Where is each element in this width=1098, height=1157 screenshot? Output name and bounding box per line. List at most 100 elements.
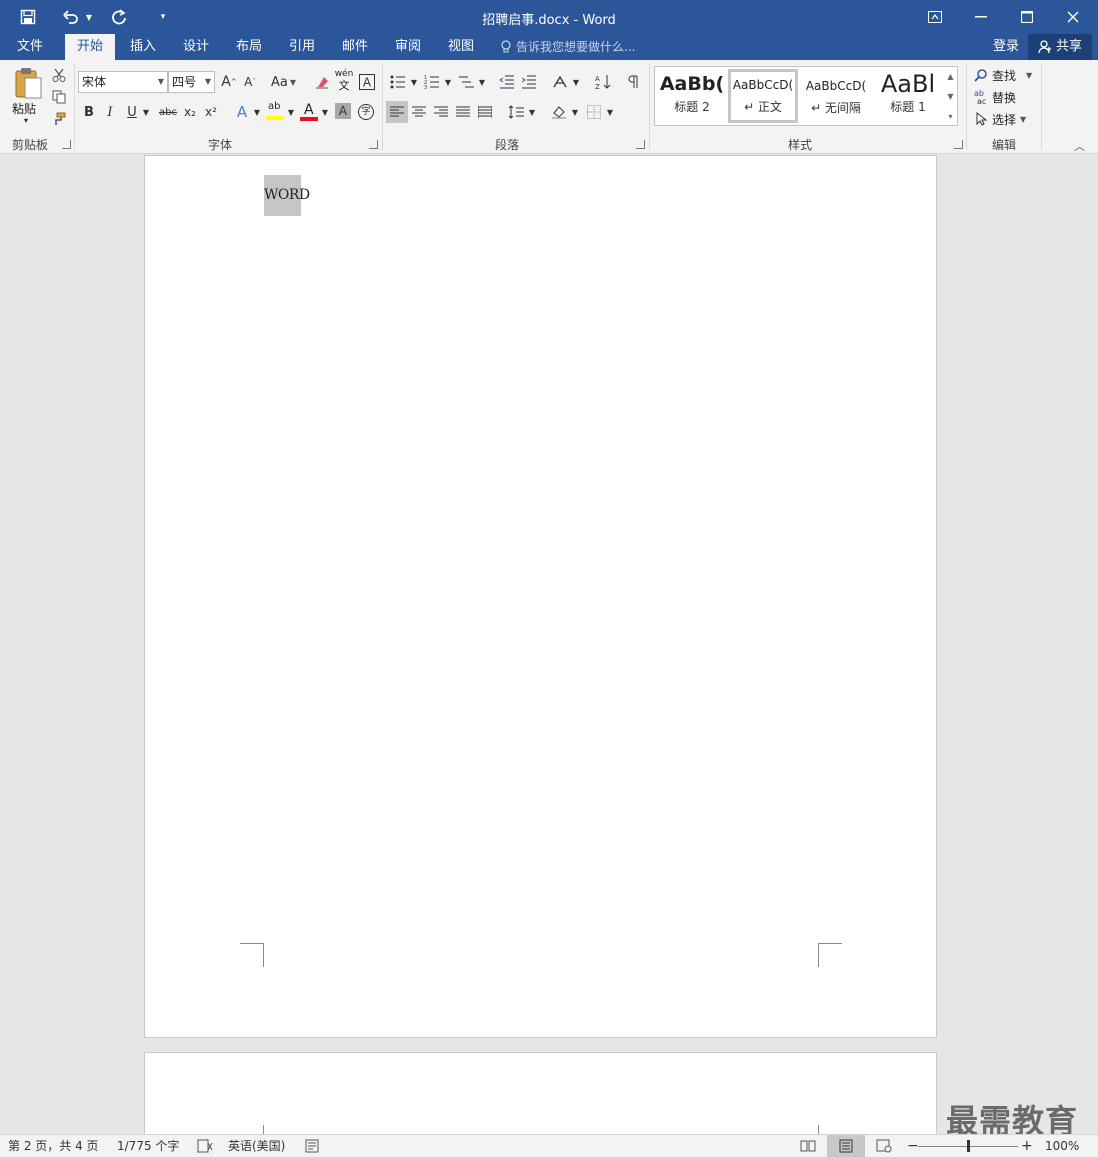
find-button[interactable]: 查找 ▼ bbox=[974, 65, 1032, 85]
font-color-button[interactable]: A bbox=[300, 101, 320, 123]
chinese-layout-dropdown-icon[interactable]: ▼ bbox=[571, 71, 581, 93]
cut-icon[interactable] bbox=[48, 64, 70, 86]
character-border-icon[interactable]: A bbox=[357, 71, 377, 93]
show-marks-icon[interactable] bbox=[623, 71, 643, 93]
selected-text[interactable]: WORD bbox=[264, 175, 310, 216]
web-layout-icon[interactable] bbox=[876, 1135, 892, 1157]
font-name-select[interactable]: 宋体 ▼ bbox=[78, 71, 168, 93]
numbering-icon[interactable]: 123 bbox=[421, 71, 443, 93]
tab-home[interactable]: 开始 bbox=[65, 34, 116, 60]
increase-indent-icon[interactable] bbox=[518, 71, 540, 93]
collapse-ribbon-icon[interactable]: ︿ bbox=[1074, 138, 1085, 154]
styles-scroll-down-icon[interactable]: ▼ bbox=[944, 87, 957, 107]
text-effects-button[interactable]: A bbox=[232, 101, 252, 123]
phonetic-guide-button[interactable]: wén 文 bbox=[334, 69, 354, 95]
styles-launcher-icon[interactable] bbox=[954, 140, 963, 149]
strikethrough-button[interactable]: abc bbox=[156, 101, 180, 123]
decrease-indent-icon[interactable] bbox=[496, 71, 518, 93]
multilevel-dropdown-icon[interactable]: ▼ bbox=[477, 71, 487, 93]
tab-mailings[interactable]: 邮件 bbox=[330, 34, 380, 60]
superscript-button[interactable]: x² bbox=[202, 101, 220, 123]
align-right-icon[interactable] bbox=[430, 101, 452, 123]
numbering-dropdown-icon[interactable]: ▼ bbox=[443, 71, 453, 93]
print-layout-icon[interactable] bbox=[827, 1135, 865, 1157]
minimize-icon[interactable] bbox=[958, 0, 1004, 34]
style-no-spacing[interactable]: AaBbCcD( ↵ 无间隔 bbox=[801, 69, 871, 123]
tab-review[interactable]: 审阅 bbox=[383, 34, 433, 60]
tab-layout[interactable]: 布局 bbox=[224, 34, 274, 60]
copy-icon[interactable] bbox=[48, 86, 70, 108]
clipboard-launcher-icon[interactable] bbox=[62, 140, 71, 149]
styles-scroll-up-icon[interactable]: ▲ bbox=[944, 67, 957, 87]
sort-icon[interactable]: AZ bbox=[592, 71, 614, 93]
line-spacing-dropdown-icon[interactable]: ▼ bbox=[527, 101, 537, 123]
proofing-icon[interactable] bbox=[197, 1135, 213, 1157]
share-button[interactable]: 共享 bbox=[1028, 34, 1093, 60]
style-heading2[interactable]: AaBb( 标题 2 bbox=[657, 69, 727, 123]
tab-file[interactable]: 文件 bbox=[5, 34, 55, 60]
tell-me-box[interactable]: 告诉我您想要做什么... bbox=[500, 34, 635, 60]
bold-button[interactable]: B bbox=[80, 101, 98, 123]
enclose-characters-button[interactable]: 字 bbox=[356, 101, 376, 123]
page-2[interactable]: WORD bbox=[144, 155, 937, 1038]
paragraph-launcher-icon[interactable] bbox=[636, 140, 645, 149]
bullets-dropdown-icon[interactable]: ▼ bbox=[409, 71, 419, 93]
word-count[interactable]: 1/775 个字 bbox=[117, 1135, 179, 1157]
svg-text:Z: Z bbox=[595, 83, 600, 90]
highlight-dropdown-icon[interactable]: ▼ bbox=[286, 101, 296, 123]
shading-icon[interactable] bbox=[548, 101, 570, 123]
bullets-icon[interactable] bbox=[387, 71, 409, 93]
page-3[interactable] bbox=[144, 1052, 937, 1134]
underline-button[interactable]: U bbox=[123, 101, 141, 123]
tab-references[interactable]: 引用 bbox=[277, 34, 327, 60]
zoom-slider-thumb[interactable] bbox=[966, 1140, 970, 1152]
style-heading1[interactable]: AaBl 标题 1 bbox=[873, 69, 943, 123]
clear-formatting-icon[interactable] bbox=[312, 71, 332, 93]
subscript-button[interactable]: x₂ bbox=[181, 101, 199, 123]
maximize-icon[interactable] bbox=[1004, 0, 1050, 34]
character-shading-button[interactable]: A bbox=[335, 103, 351, 119]
underline-dropdown-icon[interactable]: ▼ bbox=[141, 101, 151, 123]
tab-design[interactable]: 设计 bbox=[171, 34, 221, 60]
chinese-layout-icon[interactable] bbox=[549, 71, 571, 93]
zoom-level[interactable]: 100% bbox=[1045, 1135, 1079, 1157]
distributed-icon[interactable] bbox=[474, 101, 496, 123]
close-icon[interactable] bbox=[1050, 0, 1096, 34]
style-normal[interactable]: AaBbCcD( ↵ 正文 bbox=[728, 69, 798, 123]
paste-button[interactable]: 粘贴 ▾ bbox=[10, 66, 44, 130]
zoom-out-icon[interactable]: − bbox=[907, 1135, 919, 1157]
highlight-button[interactable]: ab bbox=[266, 101, 286, 123]
line-spacing-icon[interactable] bbox=[505, 101, 527, 123]
read-mode-icon[interactable] bbox=[800, 1135, 816, 1157]
login-link[interactable]: 登录 bbox=[993, 34, 1019, 60]
ribbon-display-options-icon[interactable] bbox=[912, 0, 958, 34]
font-color-dropdown-icon[interactable]: ▼ bbox=[320, 101, 330, 123]
borders-icon[interactable] bbox=[583, 101, 605, 123]
align-center-icon[interactable] bbox=[408, 101, 430, 123]
align-left-icon[interactable] bbox=[386, 101, 408, 123]
tab-view[interactable]: 视图 bbox=[436, 34, 486, 60]
font-size-select[interactable]: 四号 ▼ bbox=[168, 71, 215, 93]
format-painter-icon[interactable] bbox=[48, 108, 70, 130]
language-indicator[interactable]: 英语(美国) bbox=[228, 1135, 285, 1157]
shrink-font-icon[interactable]: Aˇ bbox=[240, 71, 260, 93]
grow-font-icon[interactable]: A ^ bbox=[219, 71, 239, 93]
multilevel-list-icon[interactable] bbox=[455, 71, 477, 93]
shading-dropdown-icon[interactable]: ▼ bbox=[570, 101, 580, 123]
change-case-button[interactable]: Aa ▼ bbox=[270, 71, 300, 93]
replace-button[interactable]: ab ac 替换 bbox=[974, 87, 1016, 107]
ribbon-tabs: 文件 开始 插入 设计 布局 引用 邮件 审阅 视图 告诉我您想要做什么... … bbox=[0, 34, 1098, 60]
styles-more-icon[interactable]: ▾ bbox=[944, 107, 957, 126]
italic-button[interactable]: I bbox=[101, 101, 119, 123]
zoom-in-icon[interactable]: + bbox=[1021, 1135, 1033, 1157]
select-button[interactable]: 选择 ▼ bbox=[974, 109, 1026, 129]
tab-insert[interactable]: 插入 bbox=[118, 34, 168, 60]
font-launcher-icon[interactable] bbox=[369, 140, 378, 149]
borders-dropdown-icon[interactable]: ▼ bbox=[605, 101, 615, 123]
page-count[interactable]: 第 2 页，共 4 页 bbox=[8, 1135, 99, 1157]
text-effects-dropdown-icon[interactable]: ▼ bbox=[252, 101, 262, 123]
paste-dropdown-icon[interactable]: ▾ bbox=[24, 116, 28, 125]
justify-icon[interactable] bbox=[452, 101, 474, 123]
macro-icon[interactable] bbox=[305, 1135, 319, 1157]
editing-group-label: 编辑 bbox=[991, 138, 1016, 152]
